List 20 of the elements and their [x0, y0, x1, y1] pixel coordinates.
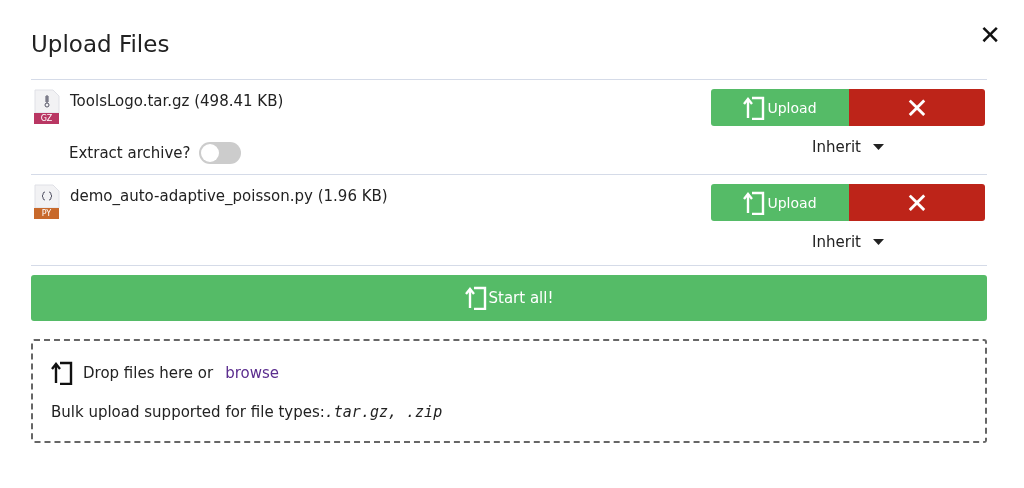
permission-dropdown[interactable]: Inherit [808, 134, 888, 160]
file-name: demo_auto-adaptive_poisson.py (1.96 KB) [70, 187, 388, 205]
upload-icon [51, 361, 73, 385]
drop-zone[interactable]: Drop files here or browse Bulk upload supported for file types:.tar.gz, .zip [31, 339, 987, 443]
caret-icon [872, 239, 884, 245]
upload-icon [464, 286, 487, 310]
close-button[interactable]: ✕ [979, 19, 1001, 50]
permission-dropdown[interactable]: Inherit [808, 229, 888, 255]
extract-toggle[interactable] [198, 142, 241, 164]
remove-button[interactable]: ✕ [849, 184, 985, 221]
caret-icon [872, 144, 884, 150]
extract-label: Extract archive? [69, 144, 191, 162]
browse-link[interactable]: browse [225, 364, 280, 382]
dialog-title: Upload Files [31, 30, 170, 57]
upload-icon [743, 190, 766, 215]
bulk-upload-note: Bulk upload supported for file types:.tar.gz, .zip [51, 403, 444, 421]
remove-button[interactable]: ✕ [849, 89, 985, 126]
file-name: ToolsLogo.tar.gz (498.41 KB) [70, 92, 284, 110]
drop-text: Drop files here or [83, 364, 214, 382]
upload-icon [743, 95, 766, 120]
